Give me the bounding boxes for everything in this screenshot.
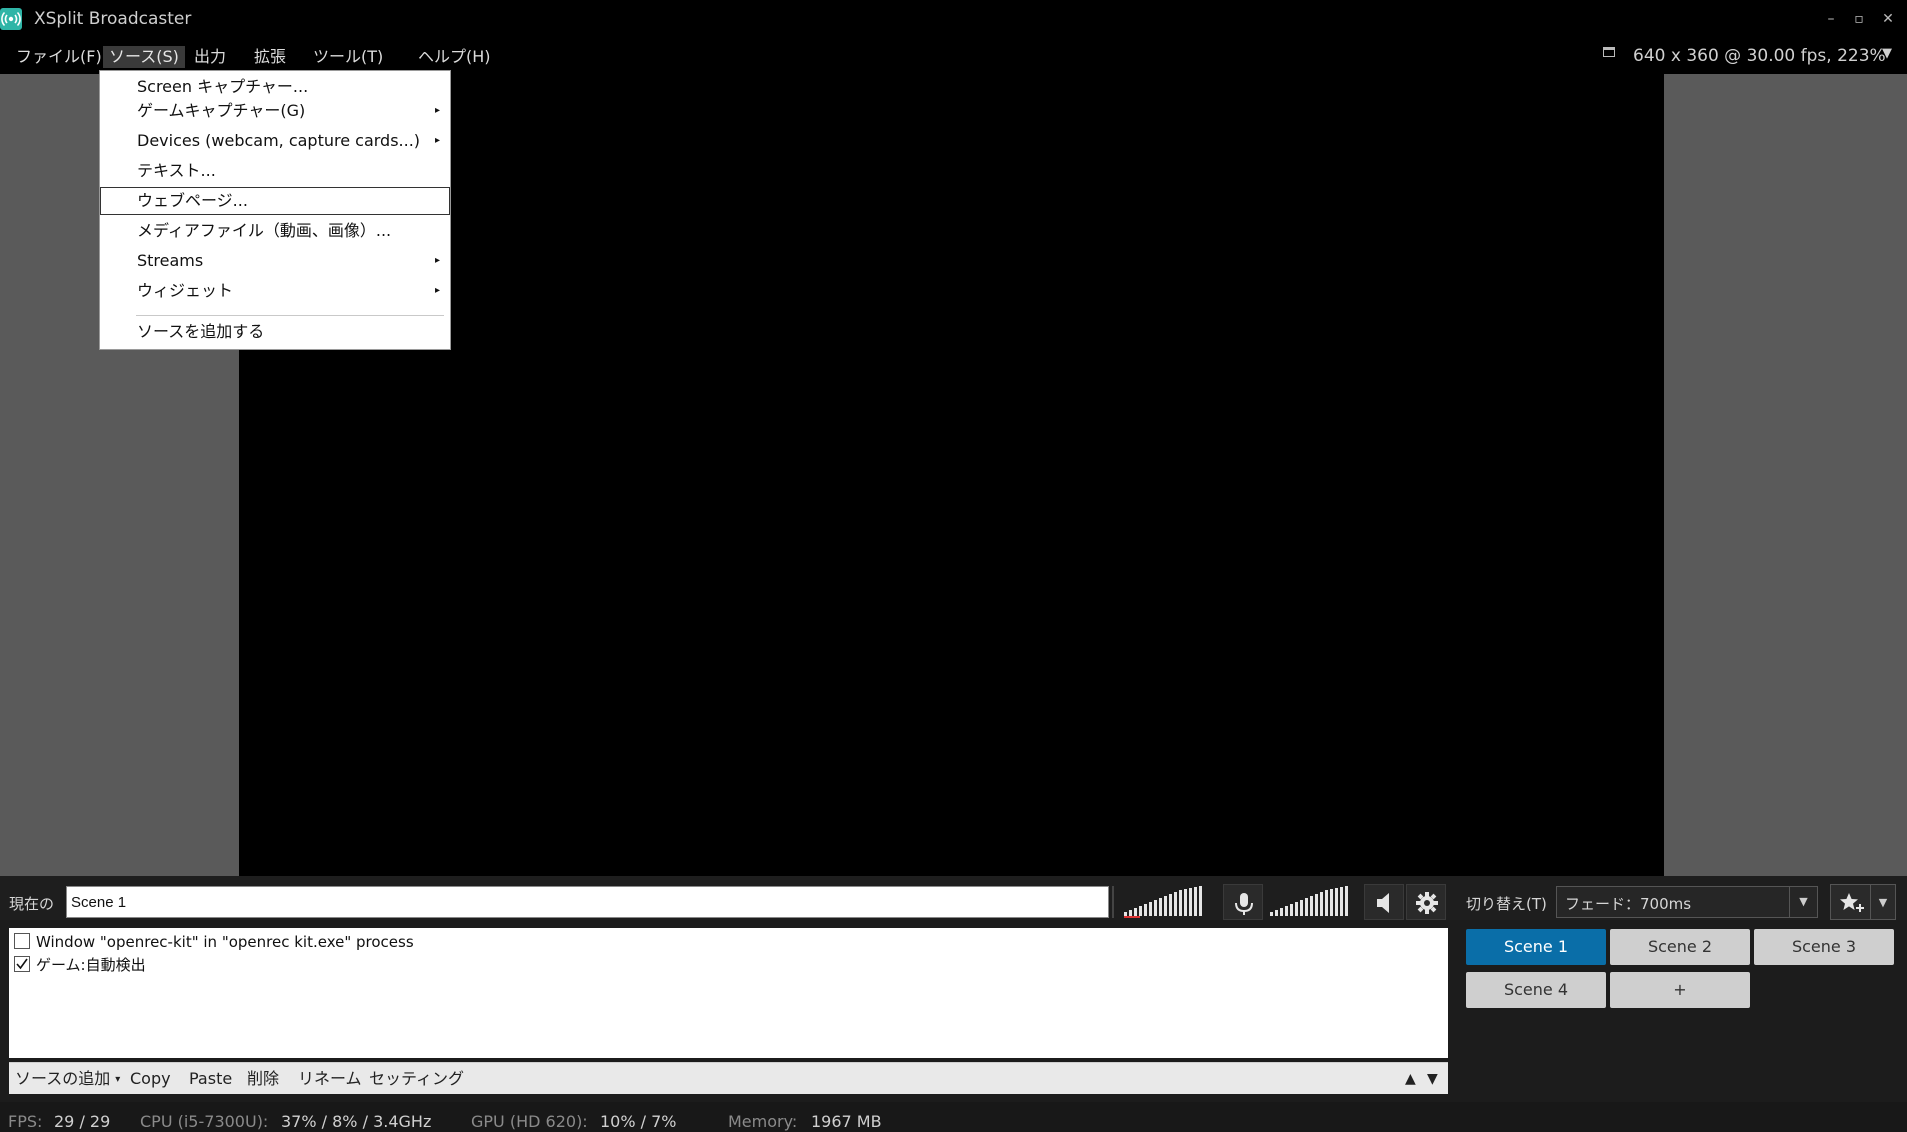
memory-label: Memory:	[728, 1112, 798, 1131]
menu-extensions[interactable]: 拡張	[248, 46, 292, 68]
microphone-mute-button[interactable]	[1223, 884, 1263, 920]
gear-icon	[1416, 892, 1438, 914]
star-plus-icon	[1840, 893, 1864, 912]
source-visibility-checkbox[interactable]	[14, 932, 30, 949]
monitor-icon	[1603, 47, 1615, 57]
menu-separator	[136, 315, 444, 316]
transition-label: 切り替え(T)	[1466, 895, 1547, 913]
cpu-label: CPU (i5-7300U):	[140, 1112, 269, 1131]
minimize-button[interactable]: –	[1820, 9, 1842, 29]
source-item[interactable]: ゲーム:自動検出	[14, 955, 146, 975]
scene-button-2[interactable]: Scene 2	[1610, 929, 1750, 965]
menu-item-webpage[interactable]: ウェブページ...	[100, 187, 450, 215]
cpu-value: 37% / 8% / 3.4GHz	[281, 1112, 432, 1131]
maximize-button[interactable]: ▫	[1848, 9, 1870, 29]
menu-item-add-source[interactable]: ソースを追加する	[100, 318, 450, 346]
paste-button[interactable]: Paste	[189, 1068, 232, 1090]
sources-toolbar: ソースの追加 ▾ Copy Paste 削除 リネーム セッティング ▲ ▼	[9, 1062, 1448, 1094]
menu-item-media-file[interactable]: メディアファイル（動画、画像）...	[100, 217, 450, 245]
scene-button-4[interactable]: Scene 4	[1466, 972, 1606, 1008]
scene-name-input[interactable]	[66, 886, 1109, 918]
fps-label: FPS:	[8, 1112, 43, 1131]
speaker-level-meter	[1268, 886, 1360, 918]
scene-button-3[interactable]: Scene 3	[1754, 929, 1894, 965]
add-scene-button[interactable]: +	[1610, 972, 1750, 1008]
source-menu-dropdown: Screen キャプチャー... ゲームキャプチャー(G) ▸ Devices (…	[99, 70, 451, 350]
resolution-dropdown-icon[interactable]: ▼	[1882, 46, 1892, 61]
audio-settings-button[interactable]	[1406, 884, 1446, 920]
title-bar	[0, 0, 1907, 38]
menu-item-game-capture[interactable]: ゲームキャプチャー(G) ▸	[100, 97, 450, 125]
speaker-mute-button[interactable]	[1364, 884, 1404, 920]
add-source-button[interactable]: ソースの追加 ▾	[15, 1068, 120, 1090]
gpu-value: 10% / 7%	[600, 1112, 677, 1131]
menu-help[interactable]: ヘルプ(H)	[412, 46, 497, 68]
chevron-down-icon: ▾	[115, 1074, 121, 1085]
menu-file[interactable]: ファイル(F)	[10, 46, 108, 68]
submenu-arrow-icon: ▸	[434, 105, 440, 116]
menu-source[interactable]: ソース(S)	[103, 46, 185, 68]
rename-button[interactable]: リネーム	[298, 1068, 362, 1090]
submenu-arrow-icon: ▸	[434, 285, 440, 296]
sources-list: Window "openrec-kit" in "openrec kit.exe…	[9, 928, 1448, 1058]
submenu-arrow-icon: ▸	[434, 135, 440, 146]
move-down-button[interactable]: ▼	[1427, 1068, 1438, 1090]
divider	[1112, 886, 1114, 918]
menu-item-streams[interactable]: Streams ▸	[100, 247, 450, 275]
delete-button[interactable]: 削除	[247, 1068, 279, 1090]
transition-select[interactable]: フェード：700ms	[1556, 886, 1818, 918]
fps-value: 29 / 29	[54, 1112, 111, 1131]
chevron-down-icon[interactable]: ▼	[1789, 886, 1817, 918]
current-scene-label: 現在の	[9, 895, 55, 913]
scene-button-1[interactable]: Scene 1	[1466, 929, 1606, 965]
menu-item-widgets[interactable]: ウィジェット ▸	[100, 277, 450, 305]
window-title: XSplit Broadcaster	[34, 9, 192, 29]
close-button[interactable]: ✕	[1877, 9, 1899, 29]
copy-button[interactable]: Copy	[130, 1068, 171, 1090]
microphone-icon	[1235, 893, 1253, 915]
gpu-label: GPU (HD 620):	[471, 1112, 588, 1131]
menu-item-text[interactable]: テキスト...	[100, 157, 450, 185]
chevron-down-icon[interactable]: ▼	[1870, 884, 1896, 920]
resolution-status: 640 x 360 @ 30.00 fps, 223%	[1633, 46, 1886, 66]
menu-tools[interactable]: ツール(T)	[307, 46, 389, 68]
settings-button[interactable]: セッティング	[369, 1068, 464, 1090]
microphone-level-meter	[1122, 886, 1214, 918]
preview-canvas[interactable]	[239, 74, 1664, 876]
speaker-icon	[1377, 893, 1389, 913]
xsplit-logo-icon	[0, 8, 22, 30]
memory-value: 1967 MB	[811, 1112, 882, 1131]
source-item[interactable]: Window "openrec-kit" in "openrec kit.exe…	[14, 932, 414, 952]
menu-output[interactable]: 出力	[188, 46, 232, 68]
submenu-arrow-icon: ▸	[434, 255, 440, 266]
menu-item-devices[interactable]: Devices (webcam, capture cards...) ▸	[100, 127, 450, 155]
move-up-button[interactable]: ▲	[1405, 1068, 1416, 1090]
source-visibility-checkbox[interactable]	[14, 955, 30, 972]
